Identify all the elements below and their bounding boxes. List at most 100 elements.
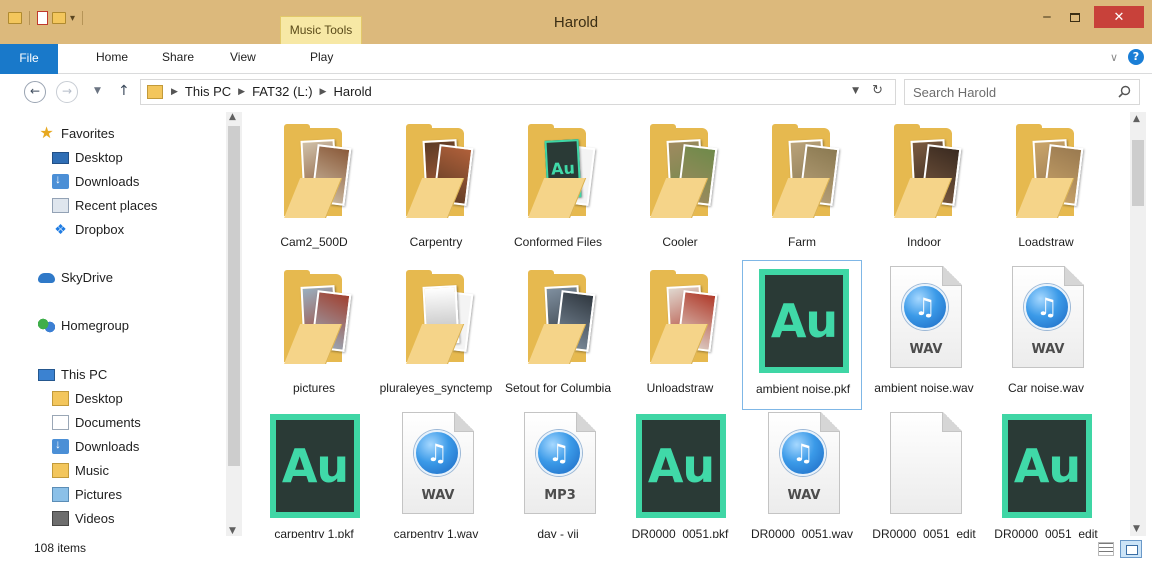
audition-file-icon: Au — [753, 263, 853, 375]
nav-pc-pictures[interactable]: Pictures — [52, 487, 122, 502]
scroll-up-icon[interactable]: ▲ — [1133, 114, 1140, 124]
file-item[interactable]: Au DR0000_0051.pkf — [620, 406, 740, 538]
nav-pc-desktop[interactable]: Desktop — [52, 391, 123, 406]
star-icon: ★ — [39, 125, 54, 142]
scroll-down-icon[interactable]: ▼ — [1133, 524, 1140, 534]
nav-label: Recent places — [75, 198, 158, 213]
scroll-down-icon[interactable]: ▼ — [229, 526, 236, 536]
nav-pc-documents[interactable]: Documents — [52, 415, 141, 430]
audition-logo: Au — [270, 414, 360, 518]
nav-label: Homegroup — [61, 318, 129, 333]
nav-label: SkyDrive — [61, 270, 114, 285]
large-icons-view-icon[interactable] — [1120, 540, 1142, 558]
nav-favorites-desktop[interactable]: Desktop — [52, 150, 123, 165]
file-item[interactable]: Farm — [742, 114, 862, 264]
nav-favorites[interactable]: ★ Favorites — [38, 125, 114, 142]
file-item[interactable]: ♫ WAV carpentry 1.wav — [376, 406, 496, 538]
chevron-right-icon[interactable]: ▶ — [238, 86, 245, 97]
nav-pc-downloads[interactable]: Downloads — [52, 437, 139, 454]
audition-logo-text: Au — [281, 439, 349, 493]
nav-pc-music[interactable]: Music — [52, 463, 109, 478]
file-corner-shape — [1064, 266, 1084, 286]
downloads-icon — [52, 437, 69, 454]
file-name: day - vii — [537, 527, 579, 538]
file-item[interactable]: Indoor — [864, 114, 984, 264]
file-item[interactable]: DR0000_0051_edit — [864, 406, 984, 538]
nav-pc-videos[interactable]: Videos — [52, 511, 115, 526]
address-bar[interactable]: ▶ This PC ▶ FAT32 (L:) ▶ Harold ▼ ↻ — [140, 79, 896, 105]
search-icon[interactable] — [1118, 85, 1131, 98]
audition-file-icon: Au — [630, 408, 730, 520]
recent-locations-icon[interactable]: ▼ — [94, 86, 101, 96]
scroll-up-icon[interactable]: ▲ — [229, 112, 236, 122]
file-corner-shape — [576, 412, 596, 432]
address-dropdown-icon[interactable]: ▼ — [852, 86, 859, 96]
file-name: carpentry 1.wav — [393, 527, 479, 538]
nav-homegroup[interactable]: Homegroup — [38, 318, 129, 333]
file-item[interactable]: ♫ MP3 day - vii — [498, 406, 618, 538]
navigation-pane-scrollbar[interactable]: ▲ ▼ — [226, 112, 242, 536]
file-item[interactable]: pictures — [254, 260, 374, 410]
folder-icon — [630, 116, 730, 228]
file-name: pluraleyes_synctemp — [379, 381, 493, 395]
forward-button[interactable]: → — [56, 81, 78, 103]
tab-home[interactable]: Home — [96, 50, 128, 64]
nav-favorites-downloads[interactable]: Downloads — [52, 172, 139, 189]
nav-recent-places[interactable]: Recent places — [52, 198, 157, 213]
videos-icon — [52, 511, 69, 526]
file-item[interactable]: pluraleyes_synctemp — [376, 260, 496, 410]
file-name: Setout for Columbia — [504, 381, 612, 395]
up-button[interactable]: ↑ — [118, 83, 130, 99]
nav-skydrive[interactable]: SkyDrive — [38, 270, 113, 285]
file-name: ambient noise.pkf — [755, 382, 851, 396]
file-item[interactable]: ♫ WAV DR0000_0051.wav — [742, 406, 862, 538]
file-item[interactable]: Cooler — [620, 114, 740, 264]
file-list-scrollbar[interactable]: ▲ ▼ — [1130, 112, 1146, 536]
tab-file[interactable]: File — [0, 44, 58, 74]
music-note-icon: ♫ — [414, 430, 460, 476]
file-item[interactable]: Au ambient noise.pkf — [742, 260, 862, 410]
file-item[interactable]: Au DR0000_0051_edit — [986, 406, 1106, 538]
search-box[interactable] — [904, 79, 1140, 105]
file-item[interactable]: Cam2_500D — [254, 114, 374, 264]
maximize-button[interactable] — [1062, 6, 1088, 28]
chevron-right-icon: ▶ — [171, 86, 178, 96]
tab-share[interactable]: Share — [162, 50, 194, 64]
back-button[interactable]: ← — [24, 81, 46, 103]
file-list: Cam2_500D Carpentry Au Conformed Files Coole… — [248, 110, 1128, 538]
nav-label: Desktop — [75, 150, 123, 165]
file-name: carpentry 1.pkf — [274, 527, 354, 538]
music-icon — [52, 463, 69, 478]
file-item[interactable]: Loadstraw — [986, 114, 1106, 264]
nav-dropbox[interactable]: ❖ Dropbox — [52, 222, 124, 238]
help-icon[interactable]: ? — [1128, 49, 1144, 65]
refresh-icon[interactable]: ↻ — [872, 83, 883, 98]
file-item[interactable]: Au Conformed Files — [498, 114, 618, 264]
file-item[interactable]: ♫ WAV Car noise.wav — [986, 260, 1106, 410]
details-view-icon[interactable] — [1098, 542, 1114, 556]
search-input[interactable] — [913, 84, 1103, 101]
scrollbar-thumb[interactable] — [1132, 140, 1144, 206]
tab-play[interactable]: Play — [310, 50, 333, 64]
breadcrumb-fat32[interactable]: FAT32 (L:) — [252, 84, 312, 99]
file-item[interactable]: ♫ WAV ambient noise.wav — [864, 260, 984, 410]
file-item[interactable]: Carpentry — [376, 114, 496, 264]
folder-icon — [52, 391, 69, 406]
audio-file-icon: ♫ WAV — [874, 262, 974, 374]
breadcrumb-harold[interactable]: Harold — [333, 84, 371, 99]
expand-ribbon-icon[interactable]: ∨ — [1110, 51, 1118, 64]
minimize-button[interactable]: ‒ — [1034, 6, 1060, 28]
tab-view[interactable]: View — [230, 50, 256, 64]
file-item[interactable]: Unloadstraw — [620, 260, 740, 410]
chevron-right-icon[interactable]: ▶ — [320, 86, 327, 97]
music-note-icon: ♫ — [1024, 284, 1070, 330]
file-name: Unloadstraw — [646, 381, 714, 395]
audition-logo: Au — [636, 414, 726, 518]
nav-this-pc[interactable]: This PC — [38, 367, 107, 382]
breadcrumb-this-pc[interactable]: This PC — [185, 84, 231, 99]
scrollbar-thumb[interactable] — [228, 126, 240, 466]
file-item[interactable]: Au carpentry 1.pkf — [254, 406, 374, 538]
audio-file-icon: ♫ WAV — [752, 408, 852, 520]
close-button[interactable]: ✕ — [1094, 6, 1144, 28]
file-item[interactable]: Setout for Columbia — [498, 260, 618, 410]
